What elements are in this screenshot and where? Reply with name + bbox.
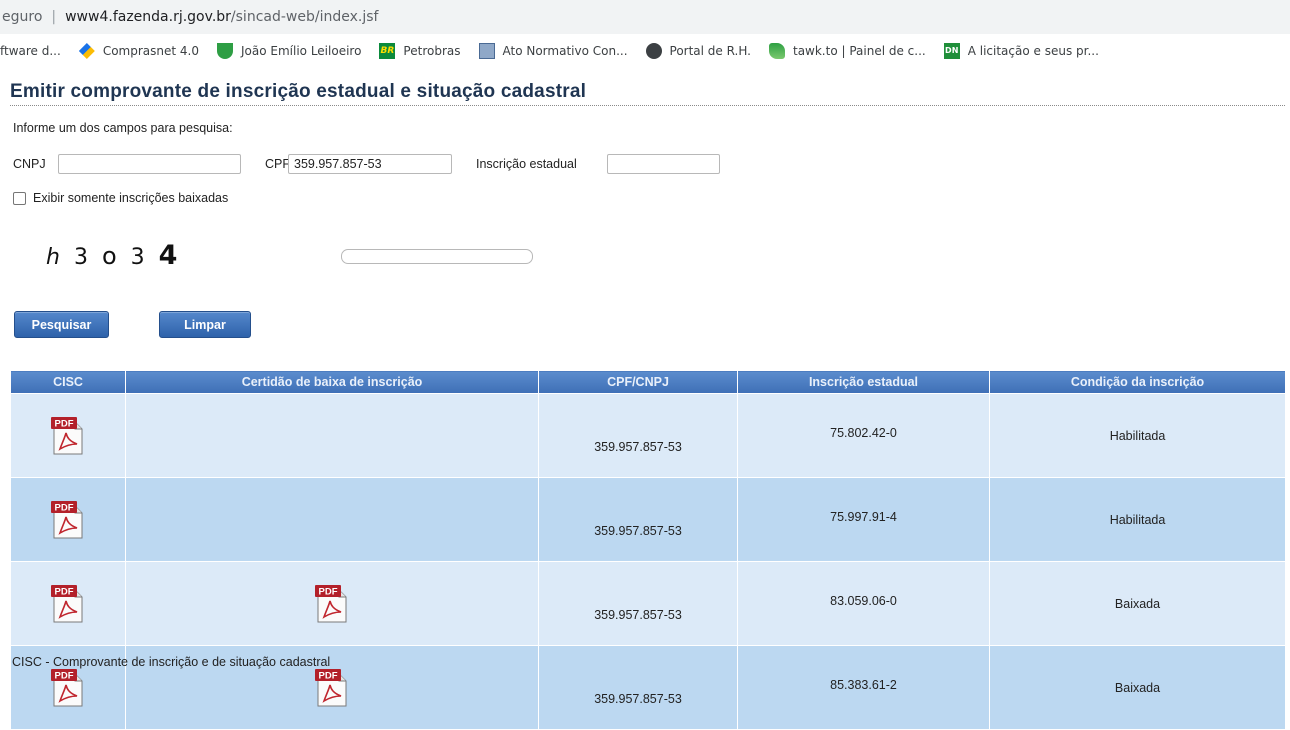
inscricao-cell: 85.383.61-2 [737,645,990,730]
bookmark-ftware[interactable]: ftware d... [0,44,61,58]
condicao-cell: Baixada [989,645,1286,730]
condicao-cell: Habilitada [989,393,1286,478]
svg-text:PDF: PDF [319,586,338,597]
column-header-cpf-cnpj[interactable]: CPF/CNPJ [538,370,738,394]
cpf-cnpj-cell: 359.957.857-53 [538,561,738,646]
address-separator: | [51,9,57,25]
bookmark-portal-rh[interactable]: Portal de R.H. [645,43,751,59]
column-header-inscricao[interactable]: Inscrição estadual [737,370,990,394]
pdf-icon[interactable]: PDF [51,416,85,456]
cpf-field[interactable]: 359.957.857-53 [288,154,452,174]
column-header-condicao[interactable]: Condição da inscrição [989,370,1286,394]
cnpj-field[interactable] [58,154,241,174]
bookmark-joao-emilio[interactable]: João Emílio Leiloeiro [217,43,361,59]
bookmark-ato-normativo[interactable]: Ato Normativo Con... [478,43,628,59]
cpf-label: CPF [265,157,290,171]
bookmark-label: Ato Normativo Con... [502,44,628,58]
captcha-image: h 3 o 3 4 [46,240,177,271]
certidao-cell: PDF [125,561,539,646]
footnote: CISC - Comprovante de inscrição e de sit… [12,655,331,669]
pdf-icon[interactable]: PDF [51,668,85,708]
bookmark-label: João Emílio Leiloeiro [241,44,362,58]
certidao-cell [125,477,539,562]
ato-normativo-icon [478,43,495,59]
bookmark-tawk[interactable]: tawk.to | Painel de c... [768,43,926,59]
bookmark-label: tawk.to | Painel de c... [792,44,926,58]
bookmark-label: Comprasnet 4.0 [102,44,199,58]
url-domain[interactable]: www4.fazenda.rj.gov.br [65,9,231,25]
comprasnet-icon [78,43,95,59]
cpf-cnpj-cell: 359.957.857-53 [538,393,738,478]
captcha-char: 3 [73,245,88,270]
search-instruction: Informe um dos campos para pesquisa: [13,121,233,135]
cnpj-label: CNPJ [13,157,46,171]
only-closed-label: Exibir somente inscrições baixadas [33,191,229,205]
cpf-cnpj-cell: 359.957.857-53 [538,477,738,562]
cisc-cell: PDF [10,477,126,562]
cpf-cnpj-cell: 359.957.857-53 [538,645,738,730]
inscricao-cell: 75.802.42-0 [737,393,990,478]
cisc-cell: PDF [10,561,126,646]
inscricao-cell: 83.059.06-0 [737,561,990,646]
condicao-cell: Habilitada [989,477,1286,562]
bookmark-licitacao[interactable]: DN A licitação e seus pr... [943,43,1099,59]
results-table: CISC Certidão de baixa de inscrição CPF/… [10,370,1286,730]
dn-icon: DN [943,43,960,59]
table-row: PDF 359.957.857-53 75.802.42-0 Habilitad… [10,393,1286,478]
inscricao-cell: 75.997.91-4 [737,477,990,562]
tawk-icon [768,43,785,59]
svg-text:PDF: PDF [55,670,74,681]
svg-text:PDF: PDF [319,670,338,681]
ie-label: Inscrição estadual [476,157,577,171]
pdf-icon[interactable]: PDF [315,668,349,708]
address-bar[interactable]: eguro | www4.fazenda.rj.gov.br/sincad-we… [0,0,1290,34]
captcha-char: o [101,242,117,270]
bookmarks-bar: ftware d... Comprasnet 4.0 João Emílio L… [0,36,1290,66]
joao-emilio-icon [217,43,233,59]
portal-rh-icon [645,43,662,59]
captcha-char: 3 [130,245,145,270]
bookmark-label: ftware d... [0,44,61,58]
column-header-cisc[interactable]: CISC [10,370,126,394]
pdf-icon[interactable]: PDF [315,584,349,624]
bookmark-comprasnet[interactable]: Comprasnet 4.0 [78,43,199,59]
pdf-icon[interactable]: PDF [51,500,85,540]
petrobras-icon: BR [379,43,396,59]
cisc-cell: PDF [10,393,126,478]
captcha-char: h [46,245,60,270]
only-closed-checkbox[interactable] [13,192,26,205]
captcha-input[interactable] [341,249,533,264]
bookmark-petrobras[interactable]: BR Petrobras [379,43,461,59]
table-header-row: CISC Certidão de baixa de inscrição CPF/… [10,370,1286,394]
security-indicator[interactable]: eguro [0,9,42,25]
url-path[interactable]: /sincad-web/index.jsf [231,9,379,25]
svg-text:PDF: PDF [55,418,74,429]
certidao-cell [125,393,539,478]
svg-text:PDF: PDF [55,502,74,513]
bookmark-label: Petrobras [403,44,461,58]
svg-text:PDF: PDF [55,586,74,597]
clear-button[interactable]: Limpar [159,311,251,338]
search-button[interactable]: Pesquisar [14,311,109,338]
captcha-char: 4 [158,240,178,271]
condicao-cell: Baixada [989,561,1286,646]
pdf-icon[interactable]: PDF [51,584,85,624]
bookmark-label: Portal de R.H. [669,44,751,58]
page-title: Emitir comprovante de inscrição estadual… [10,81,1285,106]
ie-field[interactable] [607,154,720,174]
table-row: PDF PDF 359.957.857-53 83.059.06-0 Baixa… [10,561,1286,646]
bookmark-label: A licitação e seus pr... [967,44,1099,58]
column-header-certidao[interactable]: Certidão de baixa de inscrição [125,370,539,394]
table-row: PDF 359.957.857-53 75.997.91-4 Habilitad… [10,477,1286,562]
